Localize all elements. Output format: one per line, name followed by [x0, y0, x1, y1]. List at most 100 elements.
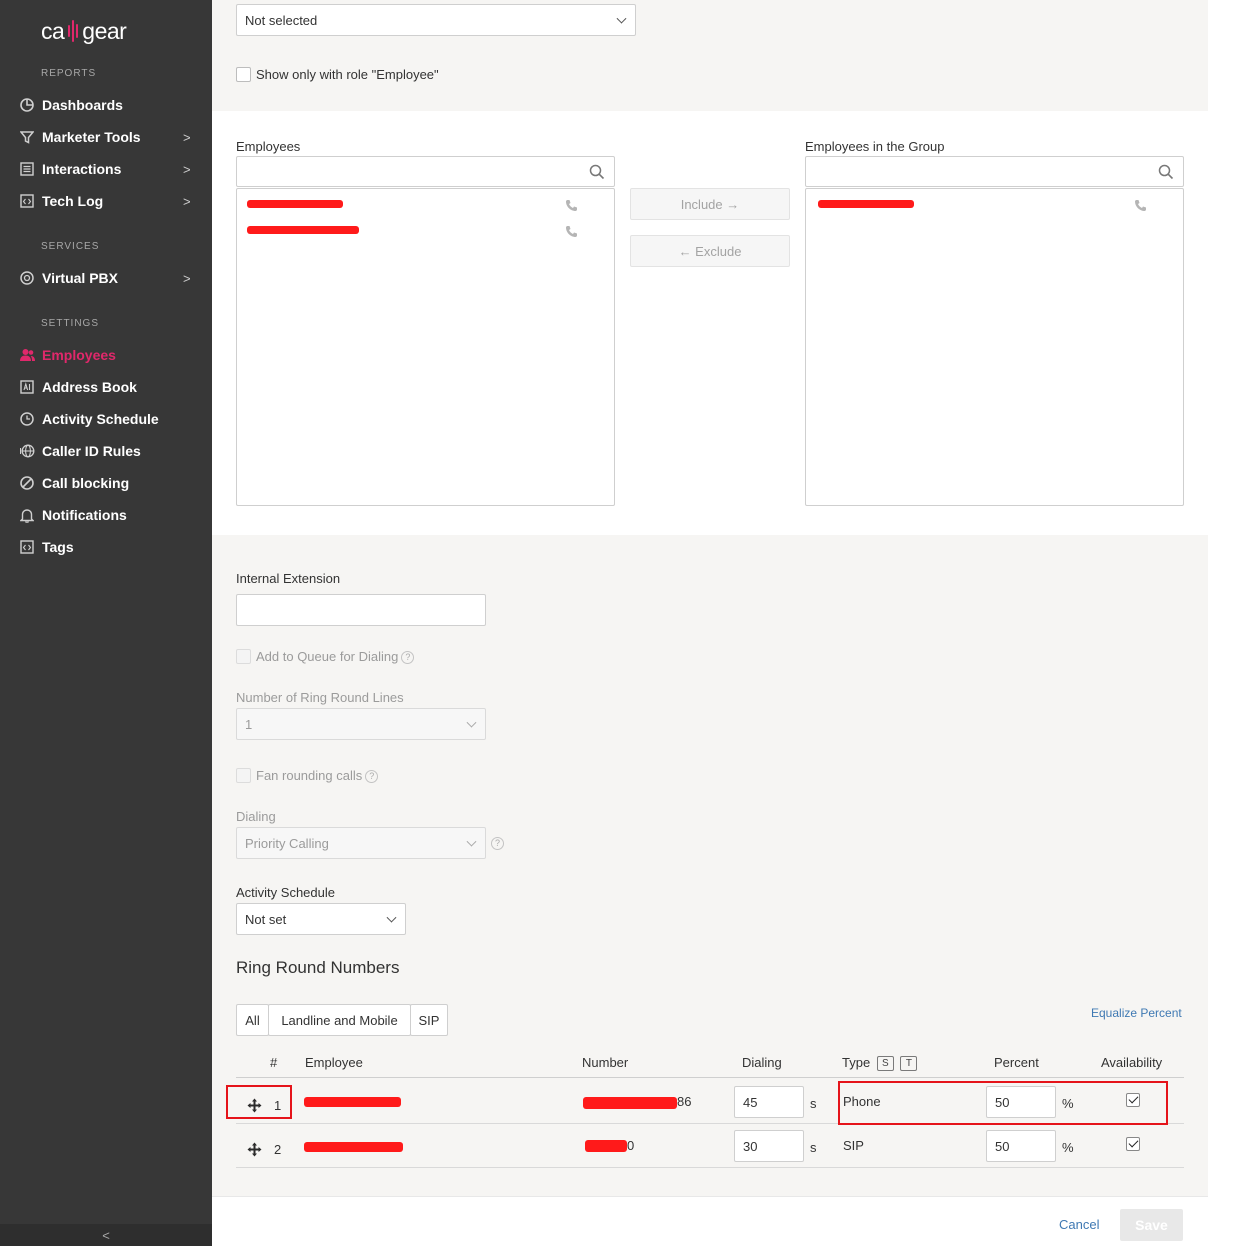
- employees-title: Employees: [236, 139, 301, 154]
- col-percent: Percent: [994, 1055, 1039, 1070]
- type-sort-s-button[interactable]: S: [876, 1056, 894, 1071]
- phone-icon: [1134, 199, 1147, 215]
- chevron-down-icon: [616, 13, 627, 24]
- employees-search-input[interactable]: [236, 156, 615, 187]
- internal-extension-label: Internal Extension: [236, 571, 341, 586]
- tab-sip[interactable]: SIP: [410, 1004, 448, 1036]
- percent-input[interactable]: 50: [986, 1130, 1056, 1162]
- redacted-name: [818, 200, 914, 208]
- chevron-left-icon: <: [102, 1227, 110, 1243]
- queue-dialing-checkbox[interactable]: [236, 649, 251, 664]
- list-icon: [19, 161, 35, 177]
- highlight-drag-index: [226, 1085, 292, 1119]
- row-divider: [236, 1167, 1184, 1168]
- list-item[interactable]: [245, 195, 606, 217]
- number-suffix: 0: [627, 1138, 635, 1153]
- sidebar-collapse-button[interactable]: <: [0, 1224, 212, 1246]
- callgear-logo[interactable]: ca gear: [41, 16, 127, 46]
- dialing-seconds-input[interactable]: 30: [734, 1130, 804, 1162]
- activity-schedule-select[interactable]: Not set: [236, 903, 406, 935]
- sidebar-item-tags[interactable]: Tags: [0, 532, 212, 562]
- dialing-select[interactable]: Priority Calling: [236, 827, 486, 859]
- dialing-unit: s: [810, 1140, 817, 1155]
- equalize-percent-link[interactable]: Equalize Percent: [1091, 1006, 1182, 1020]
- search-icon: [1158, 164, 1174, 183]
- address-book-icon: [19, 379, 35, 395]
- filter-select[interactable]: Not selected: [236, 4, 636, 36]
- dialing-unit: s: [810, 1096, 817, 1111]
- section-label-services: SERVICES: [41, 241, 100, 252]
- list-item[interactable]: [245, 221, 606, 243]
- include-button[interactable]: Include →: [630, 188, 790, 220]
- help-icon[interactable]: ?: [401, 651, 415, 664]
- section-label-reports: REPORTS: [41, 68, 97, 79]
- tag-icon: [19, 539, 35, 555]
- queue-dialing-label: Add to Queue for Dialing?: [256, 649, 415, 664]
- drag-handle-icon[interactable]: [247, 1142, 262, 1160]
- cancel-button[interactable]: Cancel: [1059, 1217, 1099, 1232]
- sidebar-item-tech-log[interactable]: Tech Log >: [0, 186, 212, 216]
- chevron-right-icon: >: [183, 270, 191, 286]
- chevron-down-icon: [466, 836, 477, 847]
- phone-icon: [565, 199, 578, 215]
- chevron-right-icon: >: [183, 193, 191, 209]
- sidebar-item-label: Call blocking: [42, 475, 130, 491]
- search-icon: [589, 164, 605, 183]
- chevron-down-icon: [466, 717, 477, 728]
- sidebar-item-notifications[interactable]: Notifications: [0, 500, 212, 530]
- group-employees-title: Employees in the Group: [805, 139, 945, 154]
- percent-unit: %: [1062, 1140, 1074, 1155]
- redacted-employee: [304, 1097, 401, 1107]
- col-type: Type S T: [842, 1055, 918, 1071]
- col-type-label: Type: [842, 1055, 871, 1070]
- ring-lines-select[interactable]: 1: [236, 708, 486, 740]
- list-item[interactable]: [814, 195, 1175, 217]
- dialing-seconds-input[interactable]: 45: [734, 1086, 804, 1118]
- sidebar-item-label: Employees: [42, 347, 116, 363]
- availability-checkbox[interactable]: [1126, 1137, 1140, 1151]
- save-button[interactable]: Save: [1120, 1209, 1183, 1241]
- code-doc-icon: [19, 193, 35, 209]
- sidebar-item-call-blocking[interactable]: Call blocking: [0, 468, 212, 498]
- ring-lines-value: 1: [245, 716, 253, 732]
- sidebar-item-label: Tags: [42, 539, 74, 555]
- col-number: Number: [582, 1055, 629, 1070]
- sidebar-item-label: Notifications: [42, 507, 127, 523]
- group-search-input[interactable]: [805, 156, 1184, 187]
- sidebar-item-label: Marketer Tools: [42, 129, 141, 145]
- sidebar-item-virtual-pbx[interactable]: Virtual PBX >: [0, 263, 212, 293]
- sidebar-item-employees[interactable]: Employees: [0, 340, 212, 370]
- redacted-name: [247, 226, 359, 234]
- logo-text-right: gear: [82, 17, 127, 44]
- sidebar-item-address-book[interactable]: Address Book: [0, 372, 212, 402]
- role-employee-label: Show only with role "Employee": [256, 67, 439, 82]
- sidebar-item-interactions[interactable]: Interactions >: [0, 154, 212, 184]
- fan-rounding-text: Fan rounding calls: [256, 768, 363, 783]
- internal-extension-input[interactable]: [236, 594, 486, 626]
- section-label-settings: SETTINGS: [41, 318, 100, 329]
- fan-rounding-checkbox[interactable]: [236, 768, 251, 783]
- help-icon[interactable]: ?: [491, 837, 504, 850]
- sidebar-item-dashboards[interactable]: Dashboards: [0, 90, 212, 120]
- help-icon[interactable]: ?: [365, 770, 379, 783]
- exclude-button[interactable]: ← Exclude: [630, 235, 790, 267]
- col-employee: Employee: [305, 1055, 363, 1070]
- activity-schedule-label: Activity Schedule: [236, 885, 335, 900]
- pie-chart-icon: [19, 97, 35, 113]
- table-header-divider: [236, 1077, 1184, 1078]
- group-employees-list[interactable]: [805, 188, 1184, 506]
- dialing-value: Priority Calling: [245, 835, 329, 851]
- sidebar-item-caller-id-rules[interactable]: Caller ID Rules: [0, 436, 212, 466]
- tab-landline-mobile[interactable]: Landline and Mobile: [268, 1004, 411, 1036]
- highlight-type-percent-availability: [838, 1081, 1168, 1125]
- tab-all[interactable]: All: [236, 1004, 269, 1036]
- role-employee-checkbox[interactable]: [236, 67, 251, 82]
- sidebar-item-label: Interactions: [42, 161, 122, 177]
- globe-icon: [19, 443, 35, 459]
- type-sort-t-button[interactable]: T: [900, 1056, 918, 1071]
- sidebar-item-activity-schedule[interactable]: Activity Schedule: [0, 404, 212, 434]
- sidebar-item-marketer-tools[interactable]: Marketer Tools >: [0, 122, 212, 152]
- employees-list[interactable]: [236, 188, 615, 506]
- logo-wave-icon: [68, 20, 79, 42]
- funnel-icon: [19, 129, 35, 145]
